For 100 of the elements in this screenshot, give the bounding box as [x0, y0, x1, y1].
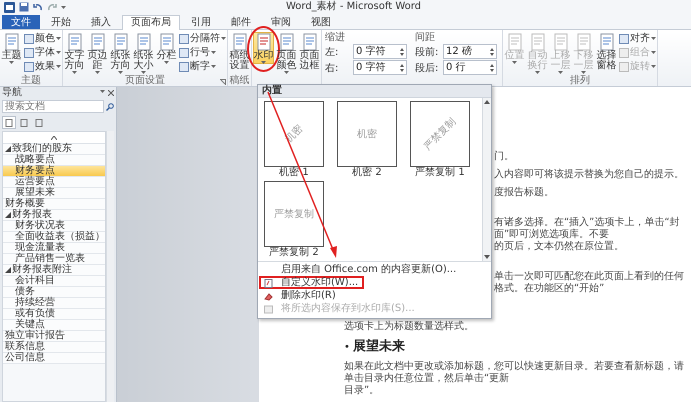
caret-icon: [651, 51, 656, 54]
ribbon-tab[interactable]: 插入: [82, 15, 120, 29]
caret-icon: [221, 37, 226, 40]
outline-item[interactable]: 财务状况表: [3, 221, 105, 232]
ribbon-button[interactable]: 效果: [24, 60, 61, 73]
caret-icon: [56, 65, 61, 68]
watermark-text: 机密: [357, 128, 377, 141]
page-icon: [134, 33, 152, 51]
spin-field[interactable]: 0 行: [443, 60, 497, 75]
page-icon: [598, 33, 616, 51]
ribbon-button[interactable]: 分栏: [156, 32, 177, 64]
outline-item[interactable]: 关键点: [3, 320, 105, 331]
pane-title: 导航: [2, 87, 22, 99]
redo-icon[interactable]: [47, 2, 57, 12]
ribbon-button[interactable]: 分隔符: [179, 32, 226, 45]
square-icon: [619, 34, 629, 44]
caret-icon: [558, 71, 563, 74]
ribbon-button[interactable]: 纸张方向: [110, 32, 131, 74]
ribbon-tab[interactable]: 邮件: [222, 15, 260, 29]
outline-item[interactable]: 会计科目: [3, 276, 105, 287]
save-icon[interactable]: [19, 2, 29, 12]
page-icon: [300, 33, 318, 51]
ribbon-button[interactable]: 水印: [253, 32, 274, 64]
save-to-gallery-icon: [264, 305, 273, 314]
outline-item[interactable]: 或有负债: [3, 309, 105, 320]
ribbon-tab[interactable]: 引用: [182, 15, 220, 29]
page-icon: [264, 279, 273, 288]
outline-item[interactable]: 运营要点: [3, 177, 105, 188]
outline-item[interactable]: 独立审计报告: [3, 331, 105, 342]
ribbon-tab[interactable]: 页面布局: [122, 15, 180, 30]
outline-item[interactable]: 财务要点: [3, 166, 105, 177]
caret-icon: [118, 71, 123, 74]
outline-item[interactable]: 现金流量表: [3, 243, 105, 254]
page-icon: [528, 33, 546, 51]
undo-icon[interactable]: [33, 2, 43, 12]
outline-item[interactable]: 公司信息: [3, 353, 105, 364]
ribbon-button[interactable]: 纸张大小: [133, 32, 154, 74]
menu-item[interactable]: 启用来自 Office.com 的内容更新(O)...: [259, 263, 462, 276]
outline-item[interactable]: 联系信息: [3, 342, 105, 353]
outline-item[interactable]: 致我们的股东: [3, 144, 105, 155]
thumbnail-label: 机密 2: [352, 167, 382, 179]
spinner-icon: [490, 48, 494, 56]
close-icon[interactable]: [108, 90, 114, 96]
dialog-launcher-icon[interactable]: [220, 79, 226, 85]
caret-icon: [56, 51, 61, 54]
outline-view-icon: [5, 118, 13, 126]
scroll-up-button[interactable]: [3, 132, 105, 144]
outline-item[interactable]: 展望未来: [3, 188, 105, 199]
scroll-up-icon: [484, 100, 490, 104]
ribbon-button[interactable]: 主题: [1, 32, 22, 64]
ribbon-tab[interactable]: 开始: [42, 15, 80, 29]
ribbon-button[interactable]: 文字方向: [64, 32, 85, 74]
menu-item[interactable]: 删除水印(R): [259, 289, 342, 302]
scrollbar[interactable]: [482, 98, 491, 261]
menu-item[interactable]: 自定义水印(W)...: [259, 276, 364, 289]
file-tab[interactable]: 文件: [2, 15, 40, 29]
ribbon-button[interactable]: 字体: [24, 46, 61, 59]
body-text: 度报告标题。: [494, 187, 555, 199]
spin-field[interactable]: 0 字符: [353, 60, 407, 75]
spin-field[interactable]: 0 字符: [353, 44, 407, 59]
caret-icon: [95, 71, 100, 74]
page-icon: [112, 33, 130, 51]
page-icon: [574, 33, 592, 51]
heading: 展望未来: [352, 339, 405, 355]
view-tab[interactable]: [2, 116, 16, 129]
page-icon: [230, 33, 248, 51]
menu-section-header: 内置: [258, 85, 491, 98]
thumbnail-label: 严禁复制 2: [269, 247, 319, 259]
page-icon: [158, 33, 176, 51]
ribbon-button[interactable]: 页边距: [87, 32, 108, 74]
outline-item[interactable]: 持续经营: [3, 298, 105, 309]
outline-item[interactable]: 财务报表附注: [3, 265, 105, 276]
ribbon-button[interactable]: 断字: [179, 60, 226, 73]
app-logo-icon[interactable]: [4, 2, 15, 12]
ribbon-button[interactable]: 行号: [179, 46, 226, 59]
page-icon: [506, 33, 524, 51]
group-label: 稿纸: [230, 75, 250, 86]
ribbon-button[interactable]: 颜色: [24, 32, 61, 45]
ribbon-button[interactable]: 对齐: [619, 32, 656, 45]
ribbon-button[interactable]: 选择窗格: [596, 32, 617, 71]
body-text: 如果在此文档中更改或添加标题，您可以快速更新目录。若要查看新标题，请单击目录内任意位置，然后单击“更新: [344, 361, 685, 385]
outline-item[interactable]: 产品销售一览表: [3, 254, 105, 265]
outline-item[interactable]: 财务概要: [3, 199, 105, 210]
caret-icon: [581, 71, 586, 74]
square-icon: [619, 48, 629, 58]
caret-icon: [512, 61, 517, 64]
scrollbar[interactable]: [106, 131, 114, 402]
outline-item[interactable]: 全面收益表（损益）: [3, 232, 105, 243]
outline-item[interactable]: 债务: [3, 287, 105, 298]
ribbon-tab[interactable]: 视图: [302, 15, 340, 29]
outline-item[interactable]: 战略要点: [3, 155, 105, 166]
caret-icon: [535, 71, 540, 74]
spin-field[interactable]: 12 磅: [443, 44, 497, 59]
outline-item[interactable]: 财务报表: [3, 210, 105, 221]
body-text: 的页后，文本仍然在原位置。: [494, 241, 625, 253]
ribbon-button[interactable]: 页面边框: [299, 32, 320, 71]
caret-icon: [211, 65, 216, 68]
spinner-icon: [400, 48, 404, 56]
thumbnail-label: 严禁复制 1: [415, 167, 465, 179]
ribbon-tab[interactable]: 审阅: [262, 15, 300, 29]
